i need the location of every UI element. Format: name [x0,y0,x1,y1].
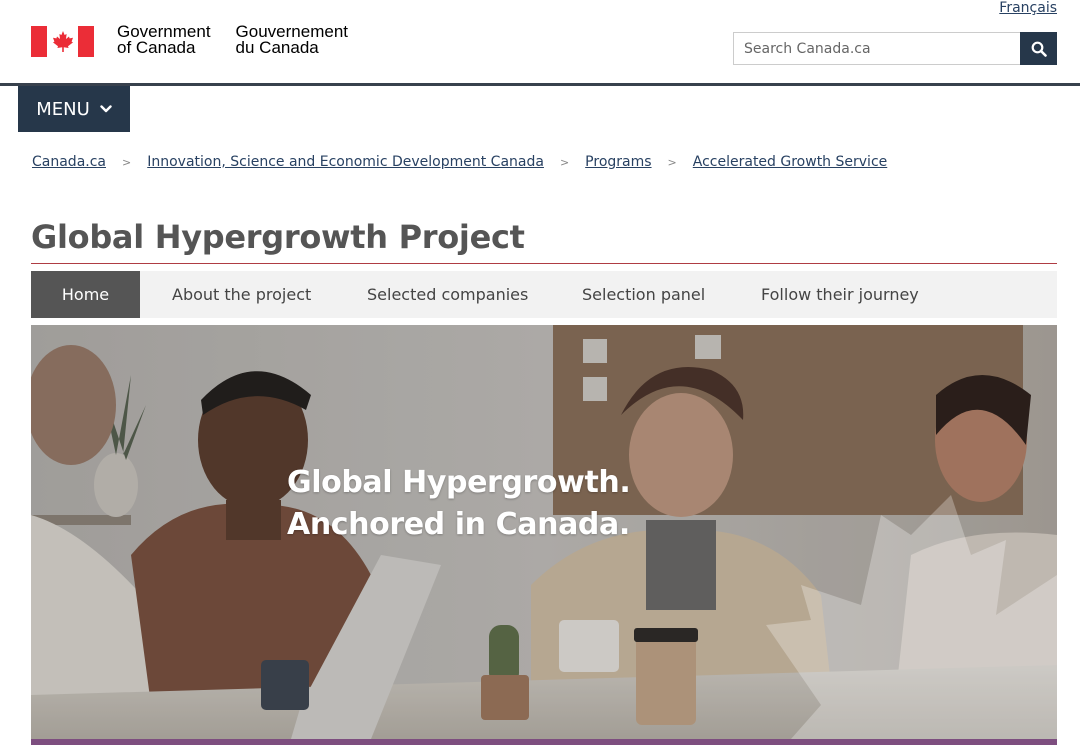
canada-flag-icon [31,26,94,57]
hero-line-2: Anchored in Canada. [287,507,630,542]
breadcrumb-link-canada[interactable]: Canada.ca [32,154,106,170]
tab-about-the-project[interactable]: About the project [140,271,337,318]
page-title: Global Hypergrowth Project [31,218,525,256]
breadcrumb-separator: > [667,155,677,169]
menu-label: MENU [36,98,90,120]
hero-banner: Global Hypergrowth. Anchored in Canada. [31,325,1057,739]
tab-home[interactable]: Home [31,271,140,318]
breadcrumb-separator: > [122,155,132,169]
breadcrumb-link-ised[interactable]: Innovation, Science and Economic Develop… [147,154,544,170]
tab-follow-their-journey[interactable]: Follow their journey [729,271,959,318]
search-button[interactable] [1020,32,1057,65]
breadcrumb-link-programs[interactable]: Programs [585,154,651,170]
tab-selection-panel[interactable]: Selection panel [551,271,729,318]
title-underline [31,263,1057,264]
menu-button[interactable]: MENU [18,86,130,132]
government-of-canada-signature[interactable]: Government of Canada Gouvernement du Can… [31,22,348,57]
hero-headline: Global Hypergrowth. Anchored in Canada. [287,462,631,546]
maple-leaf-icon [52,30,73,52]
language-toggle-link[interactable]: Français [999,0,1057,16]
search-icon [1031,41,1047,57]
brand-french: Gouvernement du Canada [235,22,348,57]
hero-line-1: Global Hypergrowth. [287,465,631,500]
search-input[interactable] [733,32,1020,65]
header-divider [0,83,1080,86]
breadcrumb-link-accelerated-growth[interactable]: Accelerated Growth Service [693,154,887,170]
site-search [733,32,1057,65]
brand-english: Government of Canada [117,22,211,57]
breadcrumb-separator: > [559,155,570,169]
chevron-down-icon [100,105,112,113]
tab-bar: Home About the project Selected companie… [31,271,1057,318]
tab-selected-companies[interactable]: Selected companies [337,271,551,318]
hero-bottom-accent [31,739,1057,745]
breadcrumb: Canada.ca > Innovation, Science and Econ… [32,154,887,170]
